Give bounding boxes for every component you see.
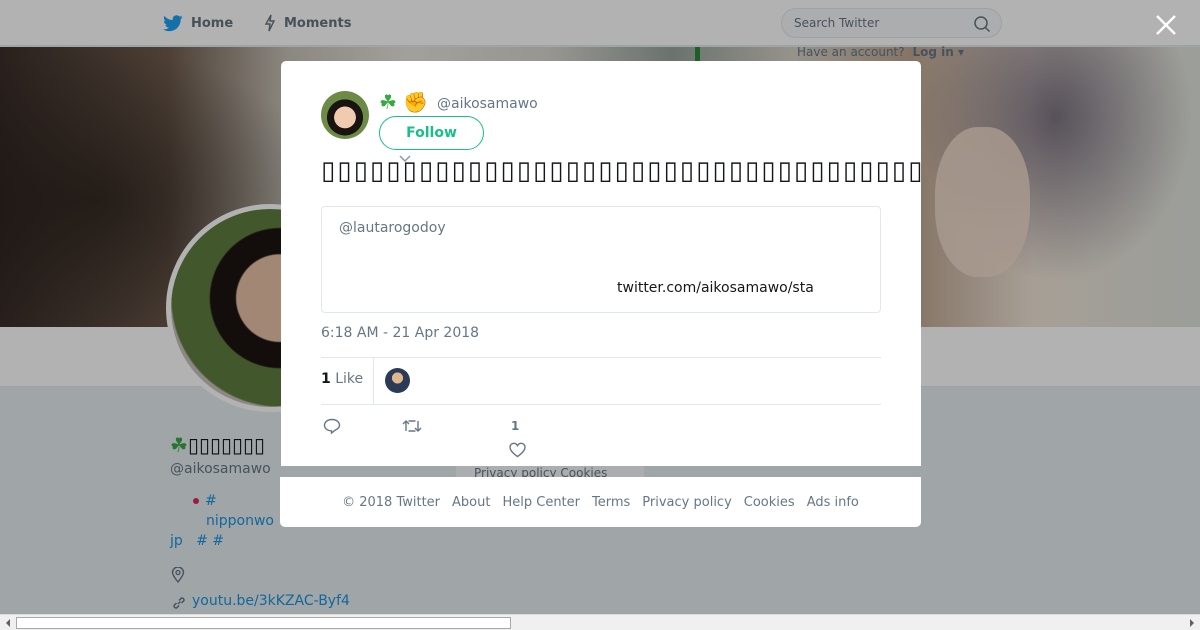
fist-icon: ✊ xyxy=(403,90,429,114)
reply-icon[interactable] xyxy=(323,418,341,434)
footer-about-link[interactable]: About xyxy=(452,495,490,510)
quote-link[interactable]: twitter.com/aikosamawo/sta xyxy=(617,280,814,296)
likes-stat[interactable]: 1 Like xyxy=(321,371,363,387)
close-icon[interactable] xyxy=(1153,12,1179,38)
horizontal-scrollbar[interactable] xyxy=(0,614,1200,630)
scroll-right-icon[interactable] xyxy=(1184,615,1200,630)
liker-avatar[interactable] xyxy=(385,368,410,393)
tweet-stats: 1 Like xyxy=(321,357,881,405)
tweet-author-handle[interactable]: @aikosamawo xyxy=(437,96,538,112)
likes-label: Like xyxy=(335,371,364,387)
retweet-icon[interactable] xyxy=(402,418,422,434)
clover-icon: ☘ xyxy=(379,90,397,114)
tweet-timestamp[interactable]: 6:18 AM - 21 Apr 2018 xyxy=(321,325,479,341)
modal-footer: © 2018 Twitter About Help Center Terms P… xyxy=(280,477,921,527)
footer-terms-link[interactable]: Terms xyxy=(592,495,630,510)
stats-divider xyxy=(373,358,374,404)
footer-privacy-link[interactable]: Privacy policy xyxy=(642,495,731,510)
quote-tweet-card[interactable]: @lautarogodoy twitter.com/aikosamawo/sta xyxy=(321,206,881,313)
follow-button[interactable]: Follow xyxy=(379,116,484,150)
footer-copyright: © 2018 Twitter xyxy=(342,494,441,510)
tweet-text: ▯▯▯▯▯▯▯▯▯▯▯▯▯▯▯▯▯▯▯▯▯▯▯▯▯▯▯▯▯▯▯▯▯▯▯▯▯▯▯▯… xyxy=(321,156,921,186)
footer-cookies-link[interactable]: Cookies xyxy=(744,495,795,510)
quote-mention[interactable]: @lautarogodoy xyxy=(339,220,446,236)
scrollbar-thumb[interactable] xyxy=(16,617,511,629)
scroll-left-icon[interactable] xyxy=(0,615,16,630)
footer-ads-link[interactable]: Ads info xyxy=(807,495,859,510)
footer-help-link[interactable]: Help Center xyxy=(502,495,580,510)
likes-count: 1 xyxy=(321,371,331,387)
like-action-count: 1 xyxy=(511,419,520,433)
heart-icon[interactable] xyxy=(509,442,526,458)
author-name-emojis: ☘ ✊ xyxy=(379,90,428,114)
tweet-author-avatar[interactable] xyxy=(321,91,369,139)
tweet-modal: ☘ ✊ @aikosamawo Follow ▯▯▯▯▯▯▯▯▯▯▯▯▯▯▯▯▯… xyxy=(281,61,921,466)
